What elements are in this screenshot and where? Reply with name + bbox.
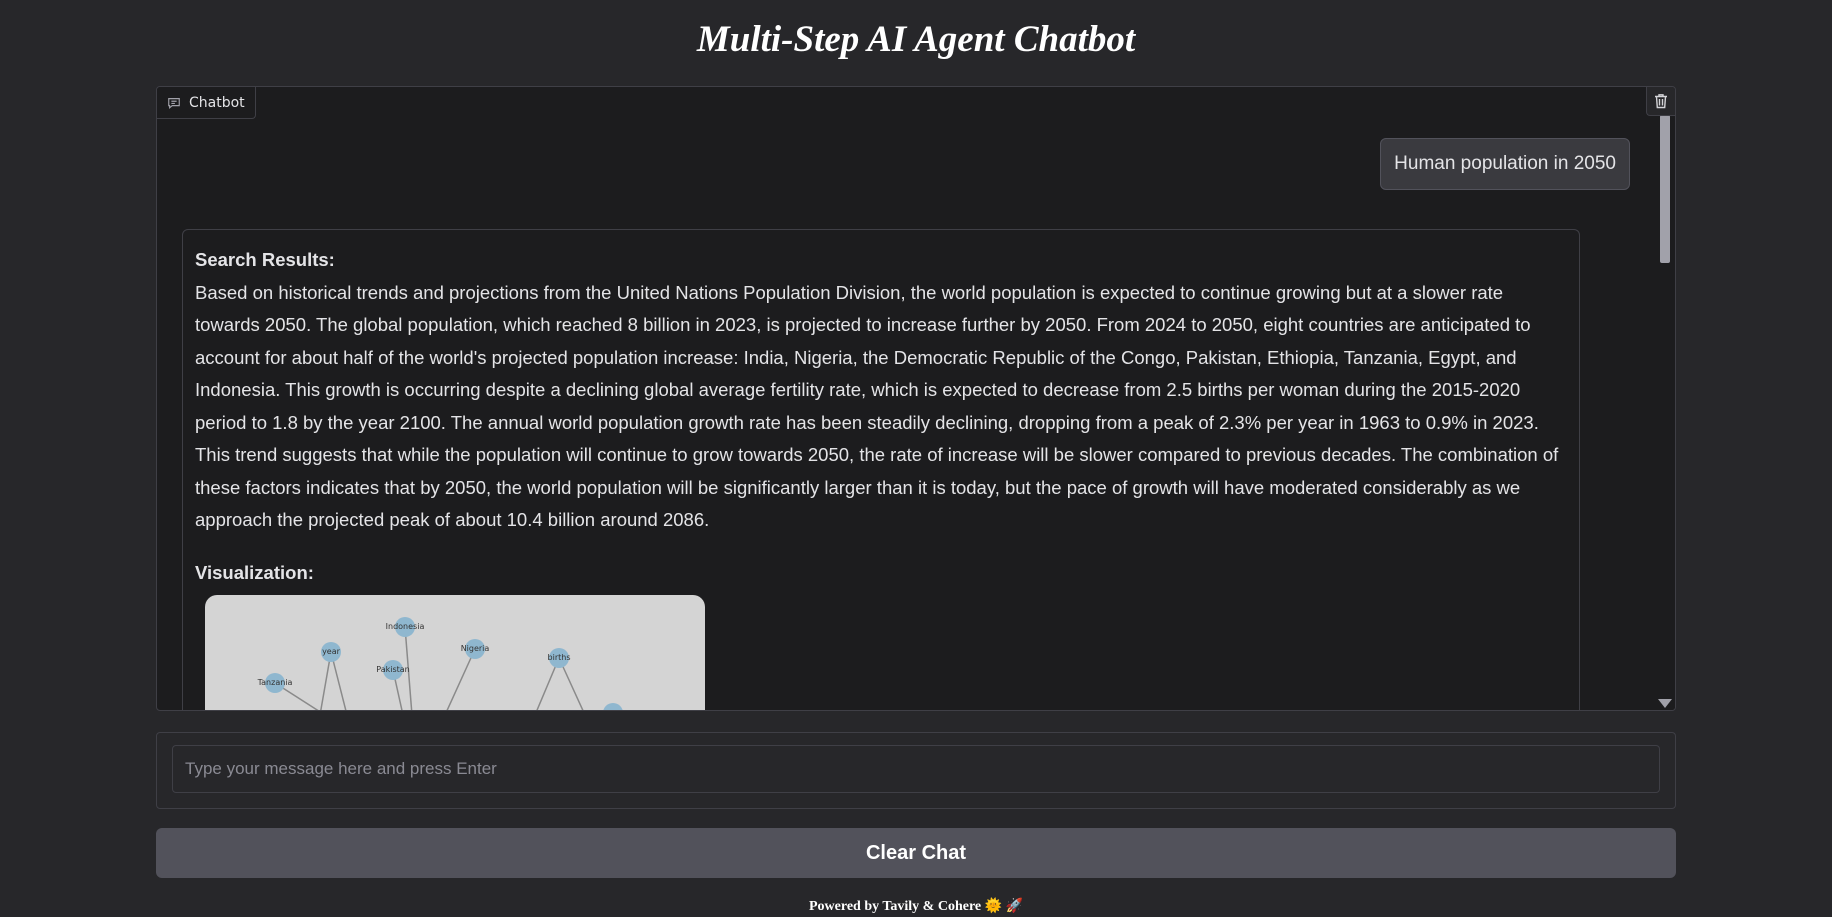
search-results-text: Based on historical trends and projectio… — [195, 281, 1559, 531]
message-input[interactable] — [172, 745, 1660, 793]
visualization-image: Indonesia year Nigeria Pakistan births T… — [205, 595, 705, 710]
footer-credit: Powered by Tavily & Cohere 🌞 🚀 — [808, 899, 1023, 914]
chevron-down-icon[interactable] — [1658, 699, 1672, 708]
bot-message: Search Results: Based on historical tren… — [182, 229, 1580, 710]
graph-label-nigeria: Nigeria — [461, 644, 490, 653]
chatbot-panel: Chatbot Human population in 2050 Search … — [156, 86, 1676, 711]
graph-node-edge — [603, 703, 623, 710]
knowledge-graph: Indonesia year Nigeria Pakistan births T… — [257, 617, 623, 710]
graph-label-indonesia: Indonesia — [386, 622, 425, 631]
user-message: Human population in 2050 — [1380, 138, 1630, 190]
search-results-heading: Search Results: — [195, 249, 335, 270]
chatbot-label: Chatbot — [157, 87, 256, 119]
chatbot-label-text: Chatbot — [189, 94, 245, 111]
input-panel — [156, 732, 1676, 809]
graph-label-births: births — [548, 653, 571, 662]
clear-chat-button[interactable]: Clear Chat — [156, 828, 1676, 878]
trash-icon — [1655, 94, 1667, 109]
chat-scrollbar[interactable] — [1655, 115, 1675, 710]
visualization-heading: Visualization: — [195, 561, 314, 583]
scrollbar-thumb[interactable] — [1660, 115, 1670, 263]
page-title: Multi-Step AI Agent Chatbot — [696, 19, 1136, 60]
chat-bubble-icon — [168, 97, 180, 109]
graph-label-year: year — [322, 647, 341, 656]
clear-history-button[interactable] — [1646, 87, 1675, 116]
graph-label-tanzania: Tanzania — [257, 678, 293, 687]
graph-label-pakistan: Pakistan — [376, 665, 410, 674]
